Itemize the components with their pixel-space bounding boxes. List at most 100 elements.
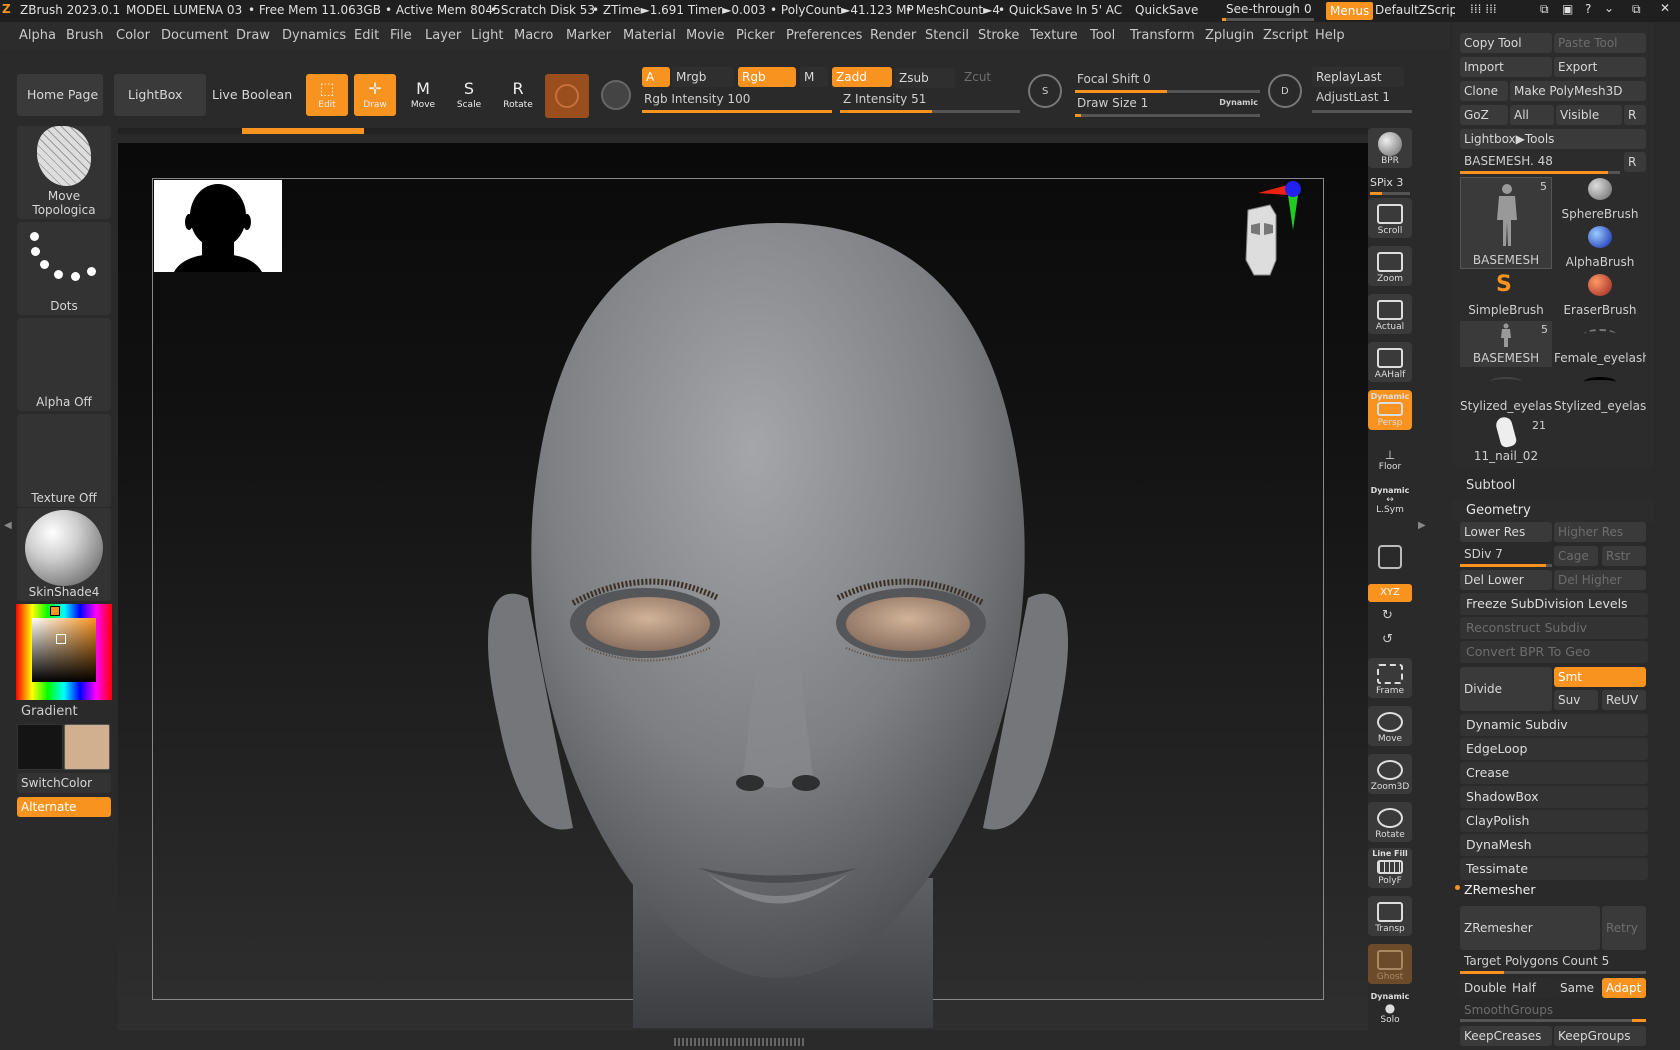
- help-icon[interactable]: ?: [1585, 2, 1591, 16]
- right-tray-handle-icon[interactable]: ▶: [1418, 520, 1426, 550]
- paste-tool-button[interactable]: Paste Tool: [1554, 33, 1646, 53]
- scale-button[interactable]: S Scale: [448, 74, 490, 116]
- move-button[interactable]: M Move: [402, 74, 444, 116]
- crease-header[interactable]: Crease: [1460, 762, 1648, 784]
- secondary-color-swatch[interactable]: [64, 724, 110, 770]
- menus-toggle[interactable]: Menus: [1326, 2, 1374, 20]
- alternate-button[interactable]: Alternate: [17, 797, 111, 817]
- zoom-button[interactable]: Zoom: [1368, 246, 1412, 286]
- menu-layer[interactable]: Layer: [425, 28, 461, 43]
- navigation-gizmo-icon[interactable]: [1218, 175, 1308, 295]
- stroke-d-icon[interactable]: D: [1268, 74, 1302, 108]
- lsym-button[interactable]: Dynamic ↔ L.Sym: [1368, 486, 1412, 526]
- make-polymesh3d-button[interactable]: Make PolyMesh3D: [1510, 81, 1646, 101]
- polyf-button[interactable]: Line Fill PolyF: [1368, 848, 1412, 888]
- rotate-button[interactable]: R Rotate: [497, 74, 539, 116]
- a-toggle[interactable]: A: [642, 67, 670, 87]
- same-toggle[interactable]: Same: [1556, 978, 1600, 998]
- draw-size-slider[interactable]: Draw Size 1 Dynamic: [1075, 96, 1260, 118]
- minimize-icon[interactable]: ⌄: [1604, 1, 1614, 15]
- goz-all-button[interactable]: All: [1510, 105, 1554, 125]
- clone-button[interactable]: Clone: [1460, 81, 1508, 101]
- menu-light[interactable]: Light: [471, 28, 503, 43]
- material-swatch-button[interactable]: [545, 74, 589, 118]
- zcut-toggle[interactable]: Zcut: [960, 67, 1010, 87]
- half-toggle[interactable]: Half: [1508, 978, 1556, 998]
- double-toggle[interactable]: Double: [1460, 978, 1508, 998]
- canvas-viewport[interactable]: [118, 143, 1368, 1030]
- import-button[interactable]: Import: [1460, 57, 1552, 77]
- scroll-button[interactable]: Scroll: [1368, 198, 1412, 238]
- rotate-y-icon[interactable]: ↻: [1382, 608, 1393, 623]
- sv-marker-icon[interactable]: [56, 634, 66, 644]
- texture-picker[interactable]: Texture Off: [17, 414, 111, 507]
- dynamesh-header[interactable]: DynaMesh: [1460, 834, 1648, 856]
- zadd-toggle[interactable]: Zadd: [832, 67, 892, 87]
- copy-tool-button[interactable]: Copy Tool: [1460, 33, 1552, 53]
- zsub-toggle[interactable]: Zsub: [895, 68, 955, 88]
- adjust-last-slider[interactable]: AdjustLast 1: [1312, 90, 1412, 113]
- tool-thumb-eraserbrush[interactable]: EraserBrush: [1554, 273, 1646, 319]
- smoothgroups-slider[interactable]: SmoothGroups: [1460, 1001, 1646, 1022]
- rotate3d-button[interactable]: Rotate: [1368, 802, 1412, 842]
- keepgroups-toggle[interactable]: KeepGroups: [1554, 1026, 1646, 1046]
- live-boolean-button[interactable]: Live Boolean: [208, 74, 298, 116]
- menu-brush[interactable]: Brush: [66, 28, 104, 43]
- zremesher-button[interactable]: ZRemesher: [1460, 906, 1600, 950]
- see-through-slider[interactable]: See-through 0: [1218, 1, 1318, 21]
- move3d-button[interactable]: Move: [1368, 706, 1412, 746]
- menu-file[interactable]: File: [390, 28, 412, 43]
- menu-zplugin[interactable]: Zplugin: [1205, 28, 1254, 43]
- rotate-z-icon[interactable]: ↺: [1382, 632, 1393, 647]
- tool-thumb-alphabrush[interactable]: AlphaBrush: [1554, 225, 1646, 271]
- del-higher-button[interactable]: Del Higher: [1554, 570, 1646, 590]
- material-picker[interactable]: SkinShade4: [17, 508, 111, 601]
- solo-button[interactable]: Dynamic ● Solo: [1368, 992, 1412, 1032]
- menu-alpha[interactable]: Alpha: [19, 28, 56, 43]
- actual-button[interactable]: Actual: [1368, 294, 1412, 334]
- stroke-s-icon[interactable]: S: [1028, 74, 1062, 108]
- close-icon[interactable]: ✕: [1660, 1, 1670, 15]
- zremesher-header[interactable]: ZRemesher: [1464, 882, 1536, 897]
- menu-document[interactable]: Document: [161, 28, 228, 43]
- basemesh-r-button[interactable]: R: [1624, 152, 1646, 172]
- higher-res-button[interactable]: Higher Res: [1554, 522, 1646, 542]
- xyz-button[interactable]: XYZ: [1368, 584, 1412, 602]
- menu-texture[interactable]: Texture: [1030, 28, 1078, 43]
- convert-bpr-button[interactable]: Convert BPR To Geo: [1460, 641, 1648, 663]
- divide-button[interactable]: Divide: [1460, 667, 1552, 711]
- subtool-header[interactable]: Subtool: [1452, 476, 1654, 496]
- goz-r-button[interactable]: R: [1624, 105, 1646, 125]
- left-tray-handle-icon[interactable]: ◀: [4, 520, 12, 550]
- tool-thumb-basemesh[interactable]: 5 BASEMESH: [1460, 177, 1552, 269]
- menu-help[interactable]: Help: [1315, 28, 1345, 43]
- brush-picker[interactable]: Move Topologica: [17, 126, 111, 219]
- export-button[interactable]: Export: [1554, 57, 1646, 77]
- transp-button[interactable]: Transp: [1368, 896, 1412, 936]
- tool-thumb-basemesh-2[interactable]: 5 BASEMESH: [1460, 321, 1552, 367]
- lightbox-tools-button[interactable]: Lightbox▶Tools: [1460, 129, 1646, 149]
- smt-toggle[interactable]: Smt: [1554, 667, 1646, 687]
- bottom-tray-handle-icon[interactable]: [674, 1038, 804, 1046]
- dynamic-toggle[interactable]: Dynamic: [1219, 98, 1258, 107]
- del-lower-button[interactable]: Del Lower: [1460, 570, 1552, 590]
- cage-button[interactable]: Cage: [1554, 546, 1598, 566]
- palette-icon[interactable]: ▣: [1562, 2, 1573, 16]
- menu-render[interactable]: Render: [870, 28, 916, 43]
- m-toggle[interactable]: M: [800, 67, 828, 87]
- tessimate-header[interactable]: Tessimate: [1460, 858, 1648, 880]
- gradient-label[interactable]: Gradient: [21, 704, 78, 719]
- reuv-toggle[interactable]: ReUV: [1602, 690, 1646, 710]
- tool-thumb-stylized-eyelash-2[interactable]: Stylized_eyelash: [1554, 369, 1646, 415]
- layout-icon[interactable]: ⁞⁞⁞ ⁞⁞⁞: [1470, 2, 1497, 16]
- aahalf-button[interactable]: AAHalf: [1368, 342, 1412, 382]
- switch-color-button[interactable]: SwitchColor: [17, 773, 111, 793]
- menu-stencil[interactable]: Stencil: [925, 28, 969, 43]
- color-picker[interactable]: [16, 604, 112, 700]
- menu-transform[interactable]: Transform: [1130, 28, 1195, 43]
- keepcreases-toggle[interactable]: KeepCreases: [1460, 1026, 1552, 1046]
- menu-stroke[interactable]: Stroke: [978, 28, 1019, 43]
- adapt-toggle[interactable]: Adapt: [1602, 978, 1646, 998]
- tool-thumb-simplebrush[interactable]: S SimpleBrush: [1460, 273, 1552, 319]
- edit-button[interactable]: ⬚ Edit: [306, 74, 348, 116]
